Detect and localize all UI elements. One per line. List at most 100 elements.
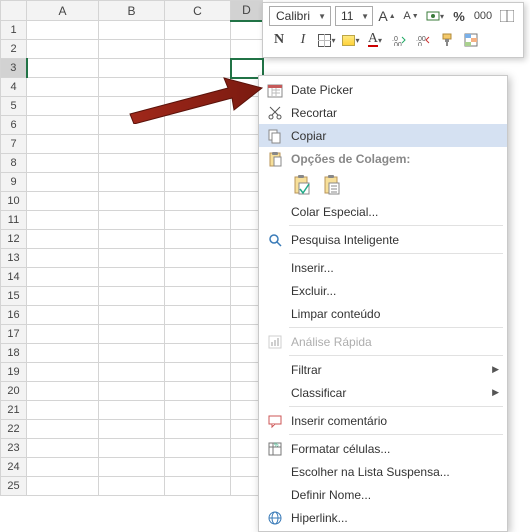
row-header[interactable]: 23 — [1, 439, 27, 458]
cell[interactable] — [27, 40, 99, 59]
font-size-combo[interactable]: 11 ▼ — [335, 6, 373, 26]
cell[interactable] — [99, 363, 165, 382]
cell[interactable] — [27, 287, 99, 306]
cell[interactable] — [27, 477, 99, 496]
cell[interactable] — [27, 382, 99, 401]
row-header[interactable]: 22 — [1, 420, 27, 439]
cell[interactable] — [231, 40, 263, 59]
row-header[interactable]: 8 — [1, 154, 27, 173]
cell[interactable] — [165, 420, 231, 439]
menu-insert[interactable]: Inserir... — [259, 256, 507, 279]
row-header[interactable]: 13 — [1, 249, 27, 268]
cell[interactable] — [165, 230, 231, 249]
cell[interactable] — [27, 344, 99, 363]
cell[interactable] — [165, 173, 231, 192]
cell[interactable] — [99, 344, 165, 363]
cell[interactable] — [27, 363, 99, 382]
row-header[interactable]: 7 — [1, 135, 27, 154]
cell[interactable] — [27, 420, 99, 439]
row-header[interactable]: 21 — [1, 401, 27, 420]
menu-date-picker[interactable]: Date Picker — [259, 78, 507, 101]
cell[interactable] — [99, 439, 165, 458]
cell[interactable] — [99, 458, 165, 477]
row-header[interactable]: 19 — [1, 363, 27, 382]
cell[interactable] — [99, 477, 165, 496]
row-header[interactable]: 9 — [1, 173, 27, 192]
cell[interactable] — [99, 249, 165, 268]
cell[interactable] — [27, 135, 99, 154]
cell[interactable] — [27, 116, 99, 135]
cell[interactable] — [27, 325, 99, 344]
select-all-corner[interactable] — [1, 1, 27, 21]
cell[interactable] — [165, 40, 231, 59]
cell[interactable] — [99, 116, 165, 135]
cell[interactable] — [165, 116, 231, 135]
row-header[interactable]: 5 — [1, 97, 27, 116]
cell[interactable] — [99, 59, 165, 78]
cell[interactable] — [27, 458, 99, 477]
col-header-d[interactable]: D — [231, 1, 263, 21]
cell[interactable] — [165, 401, 231, 420]
cell[interactable] — [99, 135, 165, 154]
row-header[interactable]: 12 — [1, 230, 27, 249]
conditional-format-button[interactable] — [461, 30, 481, 50]
cell[interactable] — [165, 306, 231, 325]
cell[interactable] — [27, 21, 99, 40]
cell[interactable] — [99, 420, 165, 439]
cell[interactable] — [27, 439, 99, 458]
shrink-font-button[interactable]: A▼ — [401, 6, 421, 26]
cell[interactable] — [165, 439, 231, 458]
cell[interactable] — [165, 382, 231, 401]
row-header[interactable]: 10 — [1, 192, 27, 211]
menu-sort[interactable]: Classificar ▶ — [259, 381, 507, 404]
cell[interactable] — [99, 78, 165, 97]
cell[interactable] — [99, 211, 165, 230]
borders-button[interactable]: ▾ — [317, 30, 337, 50]
cell[interactable] — [27, 59, 99, 78]
row-header[interactable]: 14 — [1, 268, 27, 287]
cell[interactable] — [27, 192, 99, 211]
row-header[interactable]: 20 — [1, 382, 27, 401]
menu-paste-special[interactable]: Colar Especial... — [259, 200, 507, 223]
spreadsheet-grid[interactable]: A B C D 1 2 3 4 5 6 7 8 9 10 11 12 13 14… — [0, 0, 263, 496]
paste-values-button[interactable] — [321, 173, 343, 197]
cell[interactable] — [99, 306, 165, 325]
row-header[interactable]: 24 — [1, 458, 27, 477]
row-header[interactable]: 16 — [1, 306, 27, 325]
cell[interactable] — [165, 21, 231, 40]
cell[interactable] — [165, 249, 231, 268]
format-painter-button[interactable] — [437, 30, 457, 50]
cell[interactable] — [99, 192, 165, 211]
cell[interactable] — [165, 211, 231, 230]
increase-decimal-button[interactable]: .0.00 — [389, 30, 409, 50]
row-header[interactable]: 1 — [1, 21, 27, 40]
row-header[interactable]: 6 — [1, 116, 27, 135]
bold-button[interactable]: N — [269, 30, 289, 50]
menu-delete[interactable]: Excluir... — [259, 279, 507, 302]
font-color-button[interactable]: A ▾ — [365, 30, 385, 50]
menu-define-name[interactable]: Definir Nome... — [259, 483, 507, 506]
paste-button[interactable] — [291, 173, 313, 197]
cell[interactable] — [99, 268, 165, 287]
menu-insert-comment[interactable]: Inserir comentário — [259, 409, 507, 432]
cell[interactable] — [231, 21, 263, 40]
row-header[interactable]: 17 — [1, 325, 27, 344]
cell[interactable] — [165, 192, 231, 211]
row-header[interactable]: 4 — [1, 78, 27, 97]
menu-cut[interactable]: Recortar — [259, 101, 507, 124]
menu-hyperlink[interactable]: Hiperlink... — [259, 506, 507, 529]
cell[interactable] — [27, 173, 99, 192]
col-header-c[interactable]: C — [165, 1, 231, 21]
cell[interactable] — [99, 382, 165, 401]
cell[interactable] — [99, 287, 165, 306]
cell[interactable] — [99, 154, 165, 173]
cell[interactable] — [165, 344, 231, 363]
cell[interactable] — [165, 268, 231, 287]
cell[interactable] — [27, 268, 99, 287]
cell[interactable] — [99, 97, 165, 116]
font-name-combo[interactable]: Calibri ▼ — [269, 6, 331, 26]
cell[interactable] — [99, 173, 165, 192]
merge-center-button[interactable] — [497, 6, 517, 26]
col-header-b[interactable]: B — [99, 1, 165, 21]
menu-smart-lookup[interactable]: Pesquisa Inteligente — [259, 228, 507, 251]
